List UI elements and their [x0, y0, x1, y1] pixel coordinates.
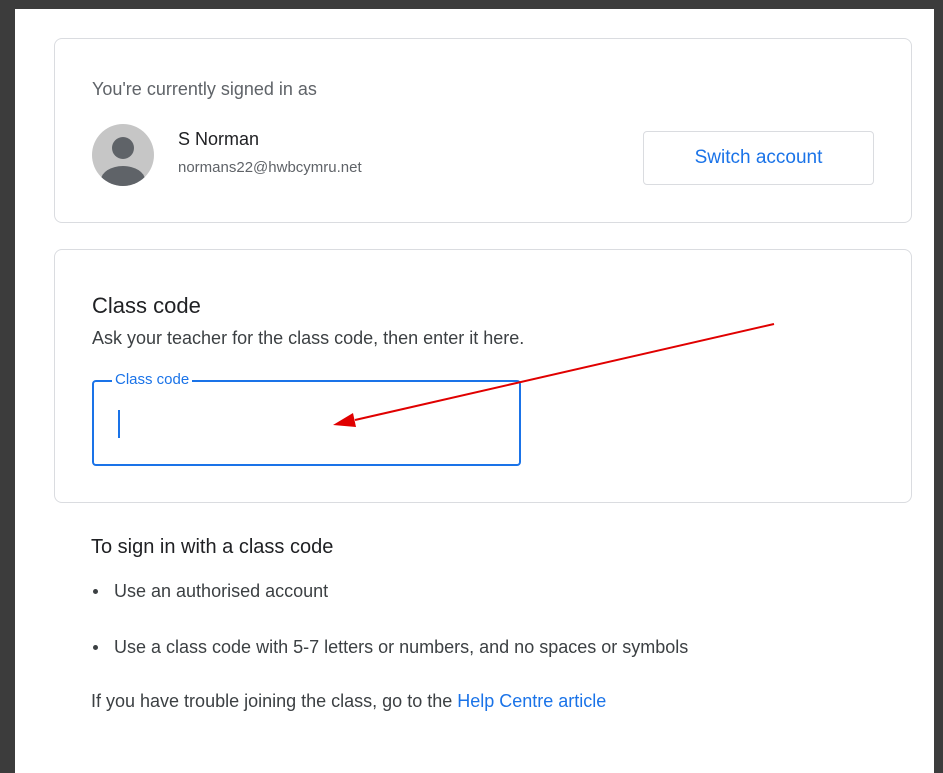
class-code-input[interactable]: [116, 404, 496, 444]
avatar-icon: [92, 124, 154, 186]
help-text-prefix: If you have trouble joining the class, g…: [91, 691, 458, 711]
instruction-item: Use a class code with 5-7 letters or num…: [91, 635, 688, 659]
text-caret: [118, 410, 120, 438]
user-email: normans22@hwbcymru.net: [178, 159, 362, 176]
instructions-list: Use an authorised account Use a class co…: [91, 579, 688, 659]
instruction-item: Use an authorised account: [91, 579, 688, 603]
class-code-card: Class code Ask your teacher for the clas…: [54, 249, 912, 503]
switch-account-button[interactable]: Switch account: [643, 131, 874, 185]
help-centre-link[interactable]: Help Centre article: [457, 691, 606, 711]
page-frame: You're currently signed in as S Norman n…: [15, 9, 934, 773]
help-text: If you have trouble joining the class, g…: [91, 691, 606, 712]
signed-in-label: You're currently signed in as: [92, 79, 317, 99]
class-code-title: Class code: [92, 293, 201, 318]
class-code-field[interactable]: Class code: [92, 371, 521, 466]
user-name: S Norman: [178, 129, 260, 149]
instructions-title: To sign in with a class code: [91, 536, 334, 558]
account-card: You're currently signed in as S Norman n…: [54, 38, 912, 223]
class-code-field-label: Class code: [112, 371, 193, 389]
class-code-description: Ask your teacher for the class code, the…: [92, 328, 525, 348]
